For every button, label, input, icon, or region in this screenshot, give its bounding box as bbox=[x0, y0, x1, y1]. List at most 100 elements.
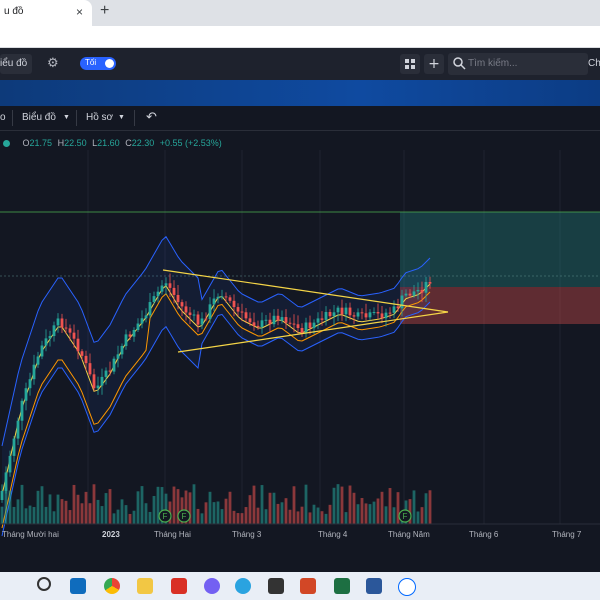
add-button[interactable]: + bbox=[424, 54, 444, 74]
toolbar-left-fragment[interactable]: o bbox=[0, 112, 6, 123]
candle-body bbox=[76, 338, 80, 352]
candle-body bbox=[44, 338, 48, 346]
telegram-icon[interactable] bbox=[235, 578, 251, 594]
candle-body bbox=[204, 318, 208, 320]
candle-body bbox=[16, 420, 20, 439]
volume-bar bbox=[112, 513, 116, 524]
volume-bar bbox=[40, 486, 44, 524]
candle-body bbox=[356, 312, 360, 317]
new-tab-button[interactable]: + bbox=[100, 2, 109, 20]
theme-toggle-knob bbox=[105, 59, 114, 68]
viber-icon[interactable] bbox=[204, 578, 220, 594]
x-tick-label: Tháng Năm bbox=[388, 530, 430, 539]
candle-body bbox=[84, 355, 88, 364]
powerpoint-icon[interactable] bbox=[300, 578, 316, 594]
undo-icon[interactable]: ↶ bbox=[146, 109, 157, 125]
volume-bar bbox=[16, 499, 20, 524]
volume-bar bbox=[388, 488, 392, 524]
candle-body bbox=[116, 354, 120, 359]
volume-bar bbox=[24, 508, 28, 524]
x-tick-label: Tháng 6 bbox=[469, 530, 499, 539]
candle-body bbox=[112, 358, 116, 372]
candle-body bbox=[120, 345, 124, 355]
dividend-marker[interactable]: F bbox=[398, 509, 412, 523]
candle-body bbox=[60, 318, 64, 328]
zalo-icon[interactable] bbox=[398, 578, 416, 596]
volume-bar bbox=[192, 484, 196, 524]
candle-body bbox=[72, 332, 76, 339]
dividend-marker-label: F bbox=[182, 512, 187, 521]
volume-bar bbox=[376, 498, 380, 524]
volume-bar bbox=[248, 495, 252, 524]
volume-bar bbox=[380, 491, 384, 524]
candle-body bbox=[68, 328, 72, 333]
volume-bar bbox=[20, 484, 24, 524]
candle-body bbox=[404, 293, 408, 296]
search-icon[interactable] bbox=[37, 577, 51, 591]
dividend-marker[interactable]: F bbox=[177, 509, 191, 523]
candle-body bbox=[300, 327, 304, 333]
chevron-down-icon[interactable]: ▼ bbox=[118, 114, 125, 121]
grid-icon bbox=[405, 59, 415, 69]
chevron-down-icon[interactable]: ▼ bbox=[63, 114, 70, 121]
volume-bar bbox=[260, 485, 264, 524]
candle-body bbox=[328, 312, 332, 317]
volume-bar bbox=[216, 501, 220, 524]
candle-body bbox=[408, 293, 412, 296]
close-tab-icon[interactable]: × bbox=[76, 5, 83, 19]
candle-body bbox=[400, 295, 404, 309]
candle-body bbox=[272, 315, 276, 325]
chart-type-menu[interactable]: Biểu đồ bbox=[22, 112, 56, 123]
candle-body bbox=[344, 307, 348, 315]
profile-menu[interactable]: Hồ sơ bbox=[86, 112, 113, 123]
candle-body bbox=[384, 312, 388, 319]
candle-body bbox=[280, 317, 284, 321]
volume-bar bbox=[328, 504, 332, 524]
candle-body bbox=[164, 283, 168, 286]
chrome-icon[interactable] bbox=[104, 578, 120, 594]
screenshot-icon[interactable] bbox=[268, 578, 284, 594]
word-icon[interactable] bbox=[366, 578, 382, 594]
candle-body bbox=[340, 307, 344, 315]
volume-bar bbox=[152, 495, 156, 524]
promo-banner bbox=[0, 80, 600, 106]
candle-body bbox=[360, 312, 364, 314]
gear-icon[interactable]: ⚙ bbox=[47, 56, 59, 71]
theme-toggle-label: Tối bbox=[85, 58, 97, 67]
candle-body bbox=[140, 318, 144, 324]
status-dot-icon bbox=[3, 140, 10, 148]
low-value: 21.60 bbox=[97, 138, 120, 148]
volume-bar bbox=[56, 494, 60, 524]
outlook-icon[interactable] bbox=[70, 578, 86, 594]
volume-bar bbox=[264, 509, 268, 524]
volume-bar bbox=[368, 504, 372, 524]
volume-bar bbox=[72, 484, 76, 524]
candle-body bbox=[52, 325, 56, 337]
candle-body bbox=[184, 306, 188, 313]
header-trailing-text: Ch bbox=[588, 58, 600, 69]
files-icon[interactable] bbox=[137, 578, 153, 594]
candle-body bbox=[428, 282, 432, 284]
dividend-marker[interactable]: F bbox=[158, 509, 172, 523]
excel-icon[interactable] bbox=[334, 578, 350, 594]
layout-grid-button[interactable] bbox=[400, 54, 420, 74]
volume-bar bbox=[36, 490, 40, 524]
high-value: 22.50 bbox=[64, 138, 87, 148]
app-red-icon[interactable] bbox=[171, 578, 187, 594]
candle-body bbox=[364, 313, 368, 318]
candle-body bbox=[372, 312, 376, 314]
volume-bar bbox=[232, 510, 236, 524]
candle-body bbox=[332, 312, 336, 317]
ohlc-legend: O21.75 H22.50 L21.60 C22.30 +0.55 (+2.53… bbox=[0, 138, 222, 148]
candle-body bbox=[32, 364, 36, 380]
volume-bar bbox=[240, 513, 244, 524]
candle-body bbox=[308, 322, 312, 329]
chart-menu-button[interactable]: iểu đồ bbox=[0, 54, 32, 74]
candle-body bbox=[396, 306, 400, 309]
price-chart[interactable]: FFF bbox=[0, 150, 600, 545]
candle-body bbox=[212, 298, 216, 305]
volume-bar bbox=[392, 507, 396, 524]
x-tick-label: Tháng 7 bbox=[552, 530, 582, 539]
volume-bars bbox=[0, 484, 432, 524]
volume-bar bbox=[204, 502, 208, 524]
